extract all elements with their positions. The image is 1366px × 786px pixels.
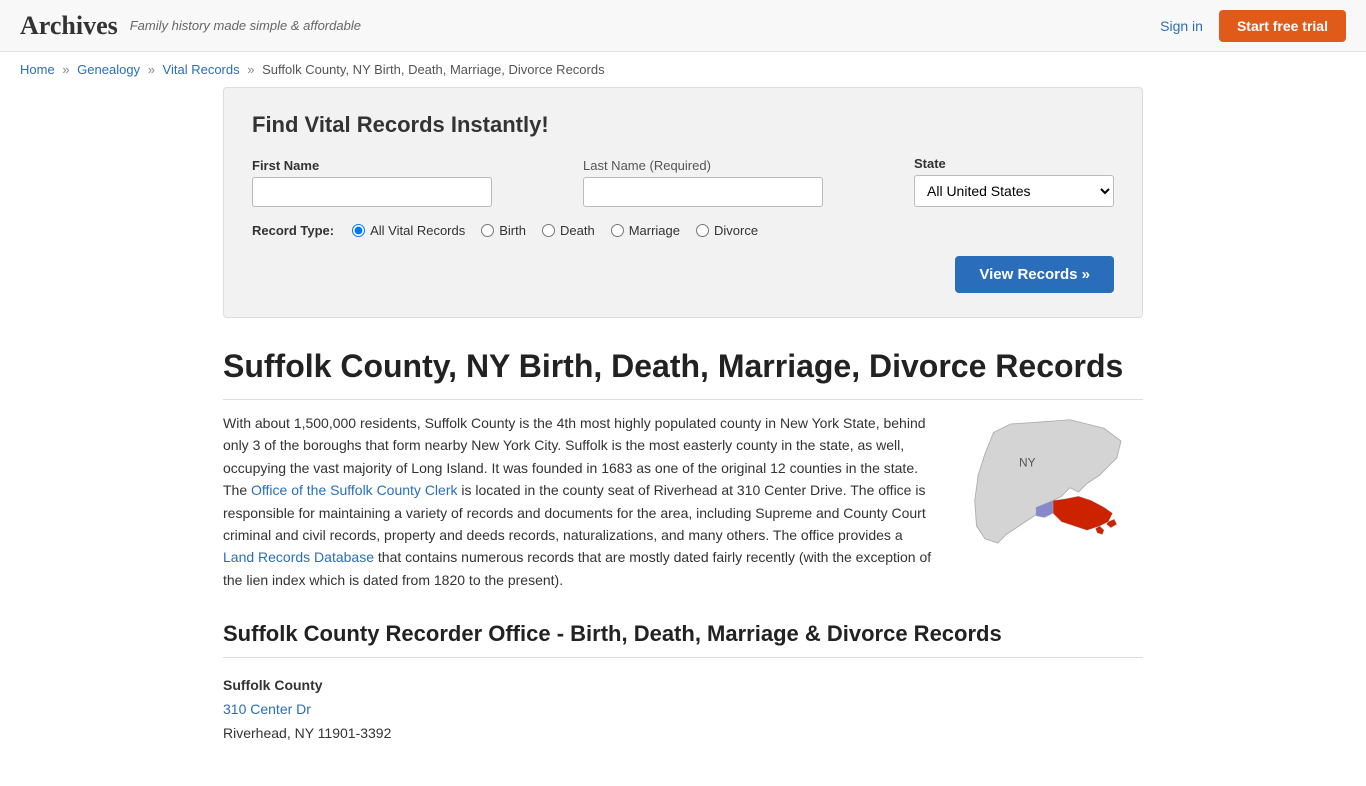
radio-divorce[interactable] (696, 224, 709, 237)
record-type-marriage[interactable]: Marriage (611, 223, 680, 238)
description-paragraph: With about 1,500,000 residents, Suffolk … (223, 412, 933, 591)
record-type-options: All Vital Records Birth Death Marriage D… (352, 223, 758, 238)
radio-marriage[interactable] (611, 224, 624, 237)
address-name: Suffolk County (223, 677, 323, 693)
last-name-label: Last Name (Required) (583, 158, 898, 173)
breadcrumb-sep1: » (62, 62, 69, 77)
clerk-office-link[interactable]: Office of the Suffolk County Clerk (251, 482, 457, 498)
search-fields: First Name Last Name (Required) State Al… (252, 156, 1114, 207)
record-type-row: Record Type: All Vital Records Birth Dea… (252, 223, 1114, 238)
search-title: Find Vital Records Instantly! (252, 112, 1114, 138)
site-tagline: Family history made simple & affordable (130, 18, 361, 33)
state-label: State (914, 156, 1114, 171)
content-text: With about 1,500,000 residents, Suffolk … (223, 412, 933, 591)
breadcrumb-current: Suffolk County, NY Birth, Death, Marriag… (262, 62, 604, 77)
radio-birth[interactable] (481, 224, 494, 237)
breadcrumb-sep2: » (148, 62, 155, 77)
ny-map: NY (968, 412, 1138, 572)
site-logo: Archives (20, 11, 118, 41)
first-name-input[interactable] (252, 177, 492, 207)
content-map: NY (963, 412, 1143, 591)
state-group: State All United States (914, 156, 1114, 207)
radio-death[interactable] (542, 224, 555, 237)
record-type-birth[interactable]: Birth (481, 223, 526, 238)
breadcrumb-sep3: » (247, 62, 254, 77)
header-left: Archives Family history made simple & af… (20, 11, 361, 41)
breadcrumb-genealogy[interactable]: Genealogy (77, 62, 140, 77)
svg-text:NY: NY (1019, 456, 1036, 470)
radio-all[interactable] (352, 224, 365, 237)
header-right: Sign in Start free trial (1160, 10, 1346, 42)
first-name-group: First Name (252, 158, 567, 207)
view-records-row: View Records » (252, 256, 1114, 293)
record-type-all[interactable]: All Vital Records (352, 223, 465, 238)
address-line2: Riverhead, NY 11901-3392 (223, 722, 1143, 746)
search-box: Find Vital Records Instantly! First Name… (223, 87, 1143, 318)
address-line1: 310 Center Dr (223, 698, 1143, 722)
record-type-divorce[interactable]: Divorce (696, 223, 758, 238)
address-street-link[interactable]: 310 Center Dr (223, 701, 311, 717)
record-type-label: Record Type: (252, 223, 334, 238)
record-type-death[interactable]: Death (542, 223, 595, 238)
page-title: Suffolk County, NY Birth, Death, Marriag… (223, 348, 1143, 400)
view-records-button[interactable]: View Records » (955, 256, 1114, 293)
site-header: Archives Family history made simple & af… (0, 0, 1366, 52)
address-block: Suffolk County 310 Center Dr Riverhead, … (223, 674, 1143, 745)
breadcrumb: Home » Genealogy » Vital Records » Suffo… (0, 52, 1366, 87)
content-section: With about 1,500,000 residents, Suffolk … (223, 412, 1143, 591)
sign-in-link[interactable]: Sign in (1160, 18, 1203, 34)
start-trial-button[interactable]: Start free trial (1219, 10, 1346, 42)
breadcrumb-vital-records[interactable]: Vital Records (163, 62, 240, 77)
last-name-input[interactable] (583, 177, 823, 207)
state-select[interactable]: All United States (914, 175, 1114, 207)
land-records-link[interactable]: Land Records Database (223, 549, 374, 565)
breadcrumb-home[interactable]: Home (20, 62, 55, 77)
section2-title: Suffolk County Recorder Office - Birth, … (223, 621, 1143, 658)
main-content: Find Vital Records Instantly! First Name… (203, 87, 1163, 786)
first-name-label: First Name (252, 158, 567, 173)
last-name-group: Last Name (Required) (583, 158, 898, 207)
